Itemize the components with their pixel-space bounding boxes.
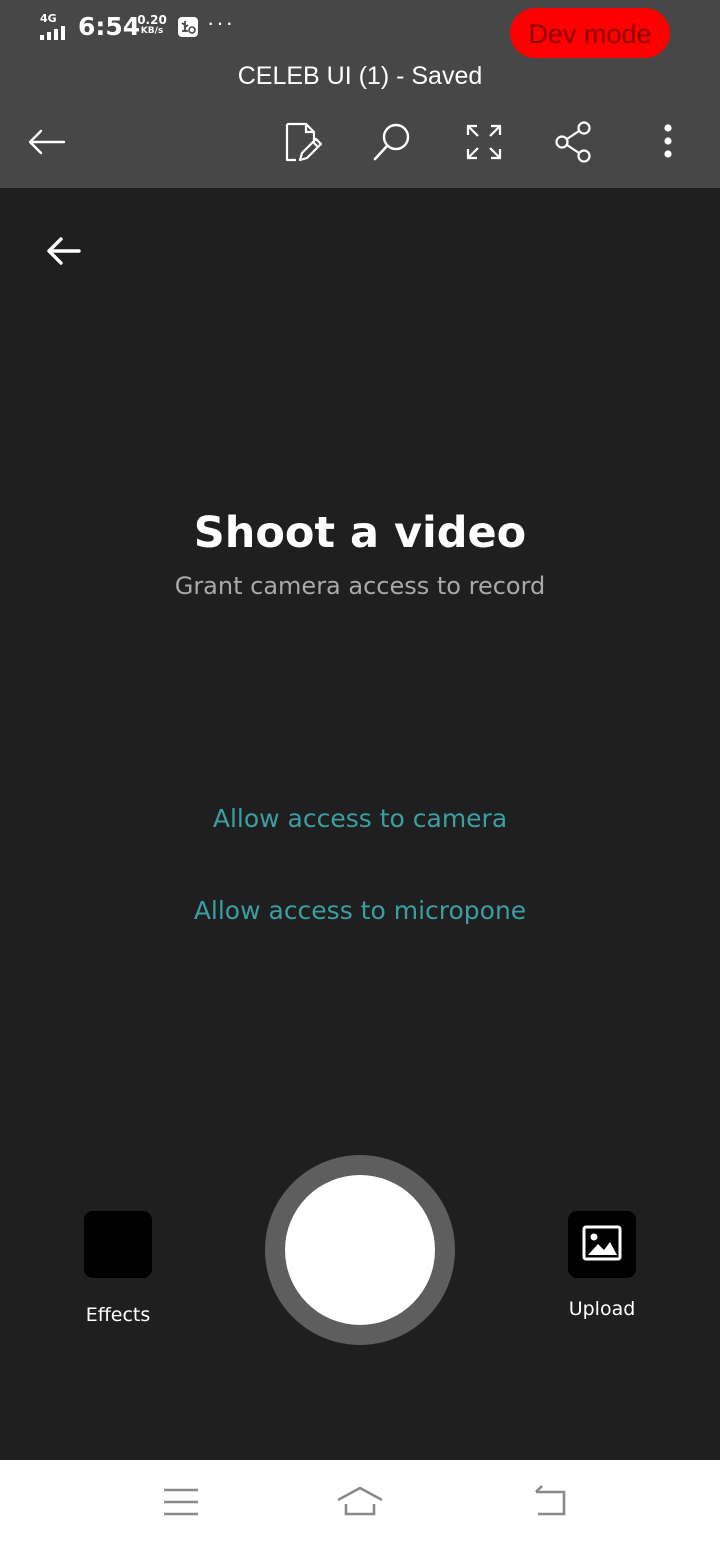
headline: Shoot a video xyxy=(193,508,527,558)
back-arrow-icon[interactable] xyxy=(24,120,68,164)
camera-back-arrow-icon[interactable] xyxy=(40,228,86,274)
fullscreen-icon[interactable] xyxy=(462,120,506,164)
more-notifications-icon: ··· xyxy=(207,10,235,35)
allow-camera-link[interactable]: Allow access to camera xyxy=(0,802,720,836)
upload-label: Upload xyxy=(568,1298,636,1320)
speed-value: 0.20 xyxy=(137,13,167,27)
menu-icon[interactable] xyxy=(156,1480,206,1524)
home-icon[interactable] xyxy=(335,1480,385,1524)
search-icon[interactable] xyxy=(370,120,414,164)
record-button-core[interactable] xyxy=(285,1175,435,1325)
usb-debug-icon xyxy=(178,17,198,37)
back-icon[interactable] xyxy=(524,1480,574,1524)
image-icon xyxy=(582,1225,622,1261)
upload-button[interactable] xyxy=(568,1211,636,1278)
phone-screen: 4G 6:54 0.20 KB/s ··· Dev mode CELEB UI … xyxy=(0,0,720,1544)
more-vert-icon[interactable] xyxy=(646,120,690,164)
share-icon[interactable] xyxy=(553,120,597,164)
document-title: CELEB UI (1) - Saved xyxy=(237,62,483,90)
network-speed: 0.20 KB/s xyxy=(136,13,168,37)
speed-unit: KB/s xyxy=(140,26,164,36)
effects-button[interactable] xyxy=(84,1211,152,1278)
effects-label: Effects xyxy=(85,1304,151,1326)
system-nav-bar xyxy=(0,1460,720,1544)
signal-icon xyxy=(40,26,65,40)
app-toolbar: 4G 6:54 0.20 KB/s ··· Dev mode CELEB UI … xyxy=(0,0,720,188)
network-indicator: 4G xyxy=(38,12,70,40)
allow-microphone-link[interactable]: Allow access to micropone xyxy=(0,894,720,928)
dev-mode-badge[interactable]: Dev mode xyxy=(510,8,670,58)
subheadline: Grant camera access to record xyxy=(174,572,546,600)
network-type: 4G xyxy=(40,12,57,25)
clock: 6:54 xyxy=(78,12,141,41)
edit-document-icon[interactable] xyxy=(280,120,324,164)
